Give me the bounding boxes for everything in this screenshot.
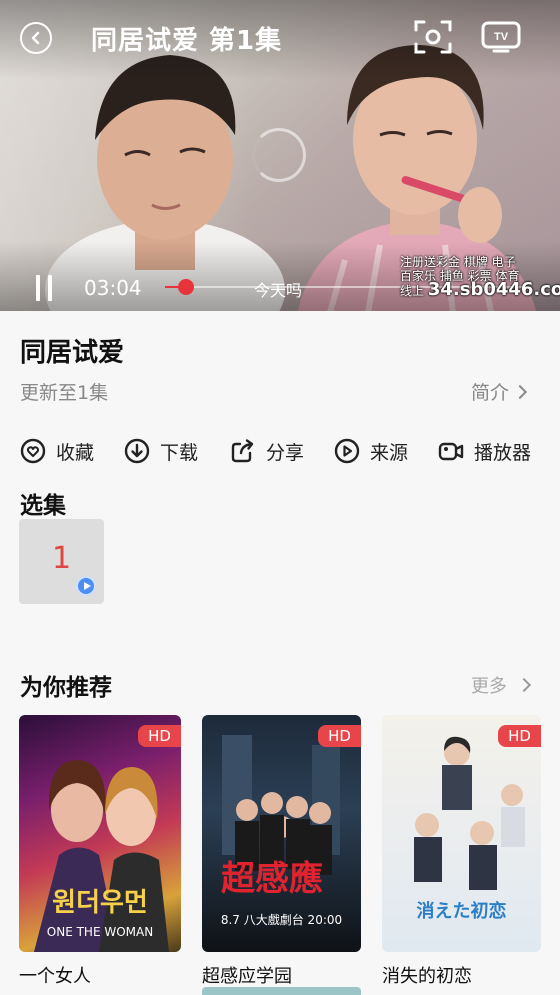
episodes-heading: 选集 — [20, 493, 66, 519]
progress-knob[interactable] — [178, 279, 194, 295]
card-title: 消失的初恋 — [382, 966, 472, 987]
intro-label: 简介 — [471, 382, 510, 404]
tv-cast-button[interactable]: TV — [480, 18, 522, 54]
poster-image: 원더우먼 ONE THE WOMAN HD — [19, 715, 181, 952]
favorite-button[interactable]: 收藏 — [20, 436, 94, 466]
back-icon — [31, 31, 40, 45]
show-title: 同居试爱 — [20, 338, 125, 368]
back-button[interactable] — [20, 22, 52, 54]
action-bar: 收藏 下载 分享 来源 播放器 — [20, 436, 550, 466]
recommend-card[interactable]: 超感應 8.7 八大戲劇台 20:00 HD 超感应学园 — [202, 715, 361, 988]
intro-link[interactable]: 简介 — [471, 378, 528, 405]
play-icon — [76, 576, 96, 596]
poster-caption: ONE THE WOMAN — [46, 925, 154, 939]
tv-cast-icon: TV — [481, 21, 521, 53]
poster-caption: 消えた初恋 — [416, 901, 507, 922]
poster-image: 超感應 8.7 八大戲劇台 20:00 HD — [202, 715, 361, 952]
chevron-right-icon — [516, 677, 532, 693]
more-link[interactable]: 更多 — [471, 672, 532, 698]
download-button[interactable]: 下载 — [124, 436, 198, 466]
danmaku-comment: 今天吗 — [254, 281, 303, 300]
download-label: 下载 — [160, 441, 199, 464]
svg-text:超感應: 超感應 — [221, 859, 323, 899]
share-label: 分享 — [266, 441, 305, 464]
watermark-line1: 注册送彩金 棋牌 电子 — [400, 255, 516, 269]
source-label: 来源 — [370, 441, 409, 464]
share-icon — [231, 439, 254, 463]
source-icon — [334, 438, 360, 464]
svg-text:원더우먼: 원더우먼 — [52, 888, 148, 918]
download-icon — [124, 438, 150, 464]
pause-icon-bar-left — [36, 275, 40, 301]
recommend-heading: 为你推荐 — [20, 675, 112, 701]
poster-artwork: 원더우먼 — [34, 760, 169, 952]
player-button[interactable]: 播放器 — [438, 436, 531, 466]
episode-number: 1 — [51, 541, 72, 576]
player-label: 播放器 — [474, 441, 532, 464]
player-icon — [438, 442, 464, 461]
loading-spinner — [252, 128, 306, 182]
recommend-card[interactable]: 消えた初恋 HD 消失的初恋 — [382, 715, 541, 988]
update-status: 更新至1集 — [20, 382, 109, 404]
hd-badge: HD — [318, 725, 361, 747]
hd-badge: HD — [138, 725, 181, 747]
poster-caption: 8.7 八大戲劇台 20:00 — [220, 913, 343, 927]
heart-icon — [20, 438, 46, 464]
share-button[interactable]: 分享 — [230, 436, 304, 466]
card-title: 超感应学园 — [202, 966, 292, 987]
pause-icon-bar-right — [48, 275, 52, 301]
chevron-right-icon — [512, 384, 528, 399]
svg-text:TV: TV — [494, 31, 509, 43]
watermark-site: 34.sb0446.com — [427, 279, 560, 300]
video-title: 同居试爱 第1集 — [91, 26, 283, 56]
pause-button[interactable] — [34, 275, 54, 301]
source-button[interactable]: 来源 — [334, 436, 408, 466]
poster-image: 消えた初恋 HD — [382, 715, 541, 952]
current-time: 03:04 — [84, 276, 142, 300]
card-title: 一个女人 — [19, 966, 91, 987]
episode-tile[interactable]: 1 — [19, 519, 104, 604]
recommend-card[interactable]: 원더우먼 ONE THE WOMAN HD 一个女人 — [19, 715, 181, 988]
fullscreen-icon[interactable] — [414, 19, 452, 55]
next-row-peek — [202, 987, 361, 995]
hd-badge: HD — [498, 725, 541, 747]
favorite-label: 收藏 — [56, 441, 95, 464]
more-label: 更多 — [471, 676, 507, 697]
watermark-ad: 注册送彩金 棋牌 电子 百家乐 捕鱼 彩票 体育 线上 34.sb0446.co… — [400, 255, 560, 299]
video-player[interactable]: 同居试爱 第1集 TV 03:04 今天吗 注册送彩金 棋牌 电子 百家乐 捕鱼… — [0, 0, 560, 311]
watermark-line3: 线上 — [400, 284, 425, 298]
